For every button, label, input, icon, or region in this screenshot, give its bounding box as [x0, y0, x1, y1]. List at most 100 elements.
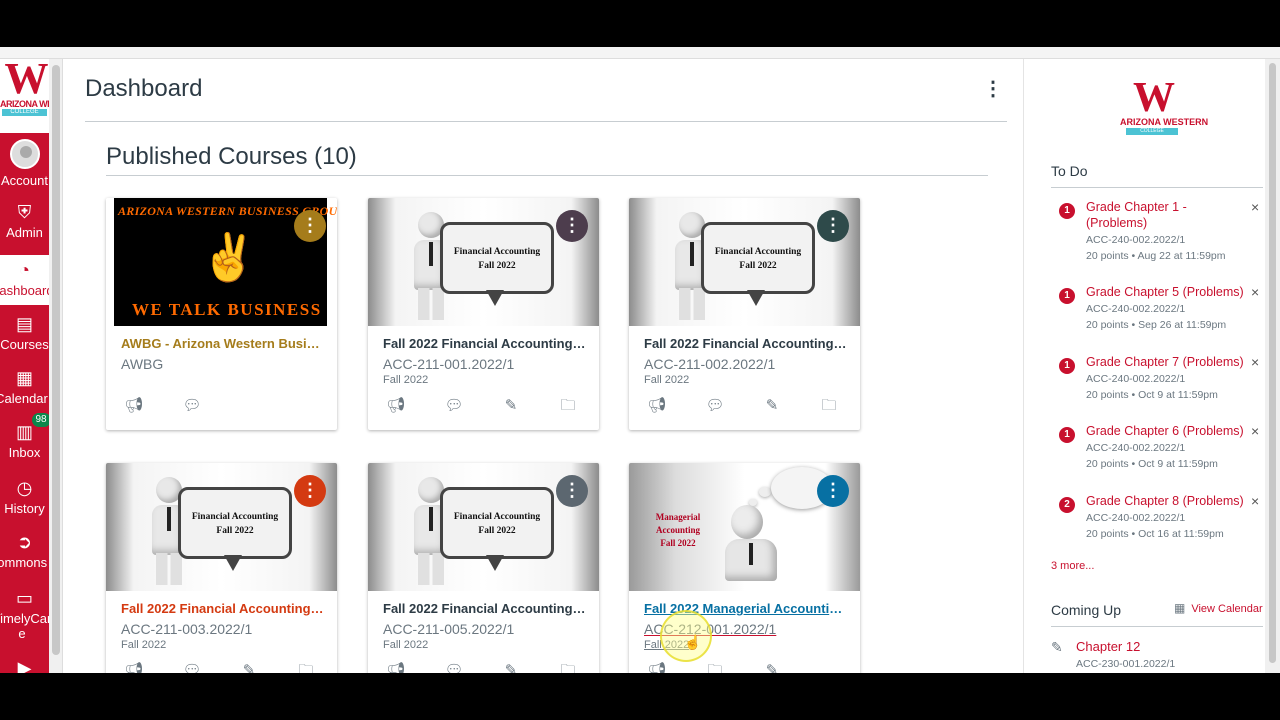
nav-label: Dashboard	[0, 283, 49, 298]
course-card[interactable]: Financial Accounting Fall 2022 ⋮ Fall 202…	[629, 198, 860, 430]
upcoming-title-link[interactable]: Chapter 12	[1076, 639, 1140, 654]
todo-title-link[interactable]: Grade Chapter 6 (Problems)	[1086, 423, 1251, 439]
dismiss-close-icon[interactable]: ×	[1251, 493, 1259, 509]
announcements-icon[interactable]: 📢︎	[386, 661, 406, 673]
todo-meta: 20 points • Oct 16 at 11:59pm	[1086, 528, 1224, 540]
dismiss-close-icon[interactable]: ×	[1251, 354, 1259, 370]
logo-text: ARIZONA WESTERN	[1120, 117, 1209, 127]
discussions-icon[interactable]: 🗀︎	[705, 661, 725, 673]
course-card[interactable]: ARIZONA WESTERN BUSINESS GROUP ✌ WE TALK…	[106, 198, 337, 430]
course-title[interactable]: Fall 2022 Financial Accounting (ACC-211-…	[383, 601, 588, 616]
nav-scrollbar[interactable]	[49, 59, 63, 673]
thought-dot	[759, 487, 771, 497]
discussions-icon[interactable]: 💬︎	[705, 396, 725, 416]
course-title[interactable]: Fall 2022 Managerial Accounting (ACC-212…	[644, 601, 849, 616]
todo-title-link[interactable]: Grade Chapter 7 (Problems)	[1086, 354, 1251, 370]
nav-item-inbox[interactable]: ▥ 98 Inbox	[0, 413, 51, 467]
scrollbar-thumb[interactable]	[1269, 63, 1276, 663]
assignments-icon[interactable]: ✎	[501, 396, 521, 416]
course-title[interactable]: Fall 2022 Financial Accounting (ACC-211-…	[644, 336, 849, 351]
course-card[interactable]: Managerial Accounting Fall 2022 ⋮ Fall 2…	[629, 463, 860, 673]
assignments-icon[interactable]: ✎	[762, 661, 782, 673]
course-card[interactable]: Financial Accounting Fall 2022 ⋮ Fall 202…	[368, 463, 599, 673]
files-folder-icon[interactable]: 🗀︎	[819, 396, 839, 416]
course-card-hero[interactable]: Financial Accounting Fall 2022 ⋮	[629, 198, 860, 326]
todo-course: ACC-240-002.2022/1	[1086, 512, 1186, 524]
card-options-kebab-icon[interactable]: ⋮	[817, 210, 849, 242]
discussions-icon[interactable]: 💬︎	[182, 661, 202, 673]
view-calendar-link[interactable]: ▦ View Calendar	[1174, 601, 1263, 615]
course-title[interactable]: Fall 2022 Financial Accounting (ACC-211-…	[383, 336, 588, 351]
course-card-hero[interactable]: Managerial Accounting Fall 2022 ⋮	[629, 463, 860, 591]
dismiss-close-icon[interactable]: ×	[1251, 284, 1259, 300]
assignments-icon[interactable]: ✎	[239, 661, 259, 673]
todo-title-link[interactable]: Grade Chapter 5 (Problems)	[1086, 284, 1251, 300]
announcements-icon[interactable]: 📢︎	[647, 661, 667, 673]
announcements-icon[interactable]: 📢︎	[386, 396, 406, 416]
assignments-icon[interactable]: ✎	[501, 661, 521, 673]
dashboard-options-kebab-icon[interactable]: ⋮	[983, 77, 1003, 101]
card-options-kebab-icon[interactable]: ⋮	[817, 475, 849, 507]
todo-course: ACC-240-002.2022/1	[1086, 303, 1186, 315]
scrollbar-thumb[interactable]	[52, 65, 60, 655]
nav-item-courses[interactable]: ▤ Courses	[0, 313, 49, 359]
dismiss-close-icon[interactable]: ×	[1251, 423, 1259, 439]
todo-item: 1 Grade Chapter 6 (Problems) × ACC-240-0…	[1051, 423, 1263, 489]
course-card-hero[interactable]: Financial Accounting Fall 2022 ⋮	[368, 198, 599, 326]
card-options-kebab-icon[interactable]: ⋮	[294, 210, 326, 242]
card-options-kebab-icon[interactable]: ⋮	[556, 210, 588, 242]
image-caption: Fall 2022	[739, 261, 777, 271]
calendar-icon: ▦	[1174, 601, 1186, 615]
todo-title-link[interactable]: Grade Chapter 1 - (Problems)	[1086, 199, 1251, 231]
course-card-hero[interactable]: Financial Accounting Fall 2022 ⋮	[106, 463, 337, 591]
announcements-icon[interactable]: 📢︎	[124, 661, 144, 673]
nav-item-timelycare[interactable]: ▭ TimelyCare	[0, 587, 49, 649]
files-folder-icon[interactable]: 🗀︎	[296, 661, 316, 673]
nav-item-admin[interactable]: ⛨ Admin	[0, 201, 49, 247]
assignments-icon[interactable]: ✎	[762, 396, 782, 416]
card-options-kebab-icon[interactable]: ⋮	[294, 475, 326, 507]
todo-meta: 20 points • Oct 9 at 11:59pm	[1086, 389, 1218, 401]
speech-bubble-tail	[486, 555, 504, 571]
course-card-hero[interactable]: Financial Accounting Fall 2022 ⋮	[368, 463, 599, 591]
announcements-icon[interactable]: 📢︎	[124, 396, 144, 416]
todo-more-link[interactable]: 3 more...	[1051, 560, 1094, 572]
discussions-icon[interactable]: 💬︎	[444, 396, 464, 416]
nav-item-account[interactable]: Account	[0, 139, 49, 189]
discussions-icon[interactable]: 💬︎	[182, 396, 202, 416]
divider	[1051, 626, 1263, 627]
course-code: AWBG	[121, 356, 164, 372]
course-card[interactable]: Financial Accounting Fall 2022 ⋮ Fall 202…	[106, 463, 337, 673]
nav-item-calendar[interactable]: ▦ Calendar	[0, 367, 49, 413]
announcements-icon[interactable]: 📢︎	[647, 396, 667, 416]
image-caption: Fall 2022	[216, 526, 254, 536]
logo-w-mark: W	[1133, 75, 1175, 121]
right-sidebar: W ARIZONA WESTERN COLLEGE To Do 1 Grade …	[1023, 59, 1265, 673]
dismiss-close-icon[interactable]: ×	[1251, 199, 1259, 215]
course-card[interactable]: Financial Accounting Fall 2022 ⋮ Fall 202…	[368, 198, 599, 430]
nav-item-dashboard[interactable]: ◔ Dashboard	[0, 255, 49, 305]
nav-item-commons[interactable]: ➲ Commons	[0, 531, 49, 577]
course-code: ACC-211-002.2022/1	[644, 356, 776, 372]
book-icon: ▤	[15, 314, 33, 334]
todo-count-badge: 1	[1059, 288, 1075, 304]
todo-item: 2 Grade Chapter 8 (Problems) × ACC-240-0…	[1051, 493, 1263, 559]
course-card-hero[interactable]: ARIZONA WESTERN BUSINESS GROUP ✌ WE TALK…	[106, 198, 337, 326]
image-caption: Financial Accounting	[714, 247, 802, 257]
card-actions: 📢︎ 🗀︎ ✎	[629, 661, 860, 673]
course-code: ACC-212-001.2022/1	[644, 621, 777, 637]
college-logo[interactable]: W ARIZONA WESTERN COLLEGE	[0, 59, 49, 133]
nav-item-media[interactable]: ▶	[0, 657, 49, 673]
nav-item-history[interactable]: ◷ History	[0, 477, 49, 523]
course-title[interactable]: AWBG - Arizona Western Business Group	[121, 336, 326, 351]
coming-up-heading: Coming Up	[1051, 602, 1122, 618]
page-scrollbar[interactable]	[1265, 59, 1280, 673]
hand-icon: ✌	[200, 231, 258, 283]
files-folder-icon[interactable]: 🗀︎	[558, 396, 578, 416]
card-options-kebab-icon[interactable]: ⋮	[556, 475, 588, 507]
course-title[interactable]: Fall 2022 Financial Accounting (ACC-211-…	[121, 601, 326, 616]
todo-title-link[interactable]: Grade Chapter 8 (Problems)	[1086, 493, 1251, 509]
discussions-icon[interactable]: 💬︎	[444, 661, 464, 673]
files-folder-icon[interactable]: 🗀︎	[558, 661, 578, 673]
course-term: Fall 2022	[644, 374, 690, 386]
